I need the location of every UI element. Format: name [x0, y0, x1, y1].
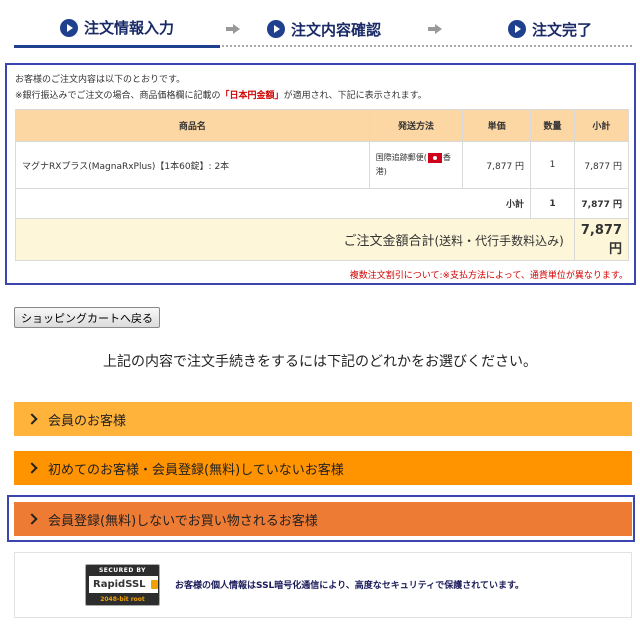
column-header-name: 商品名: [15, 109, 370, 142]
subtotal-qty: 1: [530, 188, 575, 219]
step-order-confirm: 注文内容確認: [244, 10, 404, 48]
step-order-complete: 注文完了: [470, 10, 630, 48]
ssl-badge-top: SECURED BY: [98, 567, 147, 574]
rapidssl-badge: SECURED BY RapidSSL 2048-bit root: [85, 564, 160, 606]
subtotal-label: 小計: [14, 188, 532, 219]
steps-divider: [222, 45, 632, 47]
total-row: ご注文金額合計(送料・代行手数料込み) 7,877円: [15, 218, 630, 261]
subtotal-value: 7,877 円: [573, 188, 630, 219]
column-header-shipping: 発送方法: [368, 109, 464, 142]
total-label-text: ご注文金額合計: [343, 234, 435, 249]
column-header-price: 単価: [462, 109, 532, 142]
shipping-text: 国際追跡郵便(: [375, 153, 427, 162]
order-note: お客様のご注文内容は以下のとおりです。: [15, 75, 186, 85]
total-label: ご注文金額合計(送料・代行手数料込み): [15, 218, 575, 261]
ssl-brand-text: RapidSSL: [93, 579, 146, 590]
arrow-right-icon: [226, 24, 240, 34]
play-circle-icon: [59, 18, 78, 37]
quantity: 1: [530, 141, 575, 189]
ssl-text: お客様の個人情報はSSL暗号化通信により、高度なセキュリティで保護されています。: [175, 581, 525, 591]
step-label: 注文完了: [531, 20, 592, 39]
first-time-customer-button[interactable]: 初めてのお客様・会員登録(無料)していないお客様: [14, 451, 632, 485]
back-to-cart-button[interactable]: ショッピングカートへ戻る: [14, 307, 160, 328]
bank-transfer-note: ※銀行振込みでご注文の場合、商品価格欄に記載の「日本円金額」が適用され、下記に表…: [15, 88, 427, 101]
chevron-right-icon: [26, 462, 38, 474]
subtotal-row: 小計 1 7,877 円: [14, 188, 630, 219]
chevron-right-icon: [26, 413, 38, 425]
member-customer-button[interactable]: 会員のお客様: [14, 402, 632, 436]
choice-label: 会員のお客様: [48, 413, 127, 429]
order-summary: お客様のご注文内容は以下のとおりです。 ※銀行振込みでご注文の場合、商品価格欄に…: [5, 63, 636, 285]
table-row: マグナRXプラス(MagnaRxPlus)【1本60錠】: 2本 国際追跡郵便(…: [15, 141, 630, 189]
shipping-method: 国際追跡郵便(香港): [368, 141, 464, 189]
chevron-right-icon: [26, 513, 38, 525]
step-label: 注文内容確認: [290, 20, 381, 39]
yen-amount-highlight: 「日本円金額」: [220, 91, 284, 101]
hong-kong-flag-icon: [427, 152, 442, 163]
note-text: ※銀行振込みでご注文の場合、商品価格欄に記載の: [15, 91, 221, 101]
product-name: マグナRXプラス(MagnaRxPlus)【1本60錠】: 2本: [15, 141, 370, 189]
total-amount: 7,877円: [573, 218, 630, 261]
ssl-badge-brand: RapidSSL: [89, 576, 158, 593]
coupon-note-link[interactable]: 複数注文割引について:※支払方法によって、通貨単位が異なります。: [350, 268, 628, 281]
choice-label: 会員登録(無料)しないでお買い物されるお客様: [48, 513, 318, 529]
choice-label: 初めてのお客様・会員登録(無料)していないお客様: [48, 462, 344, 478]
arrow-right-icon: [428, 24, 442, 34]
column-header-subtotal: 小計: [573, 109, 630, 142]
unit-price: 7,877 円: [462, 141, 532, 189]
instruction-text: 上記の内容で注文手続きをするには下記のどれかをお選びください。: [103, 354, 537, 370]
ssl-badge-bottom: 2048-bit root: [100, 596, 145, 603]
line-subtotal: 7,877 円: [573, 141, 630, 189]
ssl-notice: SECURED BY RapidSSL 2048-bit root お客様の個人…: [14, 552, 632, 618]
step-label: 注文情報入力: [83, 19, 174, 37]
table-header: 商品名 発送方法 単価 数量 小計: [15, 109, 630, 142]
play-circle-icon: [266, 20, 285, 38]
order-table: 商品名 発送方法 単価 数量 小計 マグナRXプラス(MagnaRxPlus)【…: [14, 109, 630, 261]
step-order-input: 注文情報入力: [14, 10, 220, 48]
total-label-paren: (送料・代行手数料込み): [434, 234, 564, 248]
lock-icon: [150, 580, 158, 589]
column-header-qty: 数量: [530, 109, 575, 142]
guest-customer-button[interactable]: 会員登録(無料)しないでお買い物されるお客様: [14, 502, 632, 536]
note-text: が適用され、下記に表示されます。: [283, 91, 427, 101]
checkout-steps: 注文情報入力 注文内容確認 注文完了: [14, 10, 632, 48]
play-circle-icon: [507, 20, 526, 38]
